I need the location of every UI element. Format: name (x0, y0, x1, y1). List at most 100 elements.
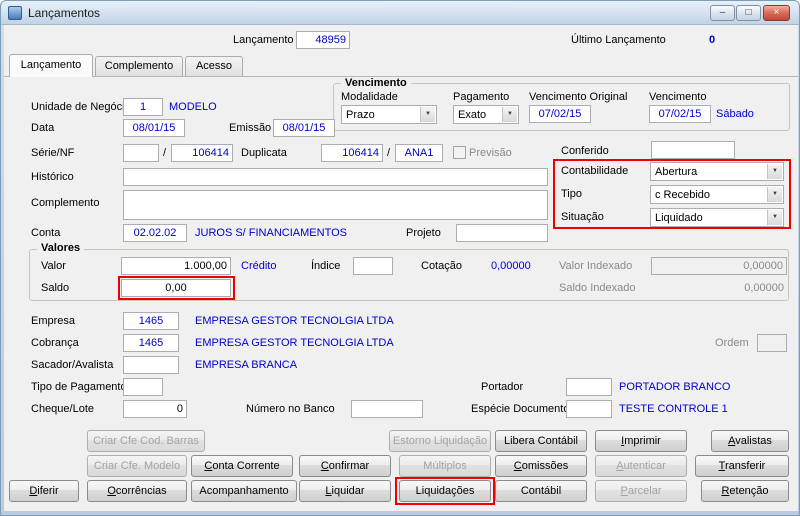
historico-label: Histórico (31, 171, 74, 183)
ordem-label: Ordem (715, 337, 749, 349)
liquidacoes-button[interactable]: Liquidações (399, 480, 491, 502)
criar-cfe-modelo-button: Criar Cfe. Modelo (87, 455, 187, 477)
button-label: Confirmar (320, 460, 370, 472)
empresa-input[interactable] (123, 312, 179, 330)
sacador-avalista-desc: EMPRESA BRANCA (195, 359, 298, 371)
button-label: Conta Corrente (204, 460, 280, 472)
conta-input[interactable] (123, 224, 187, 242)
saldo-label: Saldo (41, 282, 70, 294)
criar-cfe-cod-barras-button: Criar Cfe Cod. Barras (87, 430, 205, 452)
projeto-label: Projeto (406, 227, 441, 239)
emissao-input[interactable] (273, 119, 335, 137)
autenticar-button: Autenticar (595, 455, 687, 477)
contabilidade-combo[interactable]: Abertura ▼ (650, 162, 784, 181)
cobranca-input[interactable] (123, 334, 179, 352)
nf-numero-input[interactable] (171, 144, 233, 162)
tab-complemento[interactable]: Complemento (95, 56, 183, 77)
previsao-label: Previsão (469, 147, 512, 159)
chevron-down-icon[interactable]: ▼ (420, 107, 435, 122)
ultimo-lancamento-label: Último Lançamento (571, 34, 666, 46)
confirmar-button[interactable]: Confirmar (299, 455, 391, 477)
button-label: Criar Cfe. Modelo (93, 460, 181, 472)
transferir-button[interactable]: Transferir (695, 455, 789, 477)
chevron-down-icon[interactable]: ▼ (767, 210, 782, 225)
especie-documento-desc: TESTE CONTROLE 1 (619, 403, 728, 415)
cheque-lote-input[interactable] (123, 400, 187, 418)
projeto-input[interactable] (456, 224, 548, 242)
especie-documento-label: Espécie Documento (471, 403, 570, 415)
button-label: Estorno Liquidação (392, 435, 488, 447)
lancamentos-window: Lançamentos – □ × Lançamento Último Lanç… (0, 0, 800, 516)
portador-label: Portador (481, 381, 524, 393)
vencimento-original-input[interactable] (529, 105, 591, 123)
historico-input[interactable] (123, 168, 548, 186)
tab-acesso[interactable]: Acesso (185, 56, 243, 77)
emissao-label: Emissão (229, 122, 272, 134)
ordem-input (757, 334, 787, 352)
portador-desc: PORTADOR BRANCO (619, 381, 731, 393)
conferido-input[interactable] (651, 141, 735, 159)
window-title: Lançamentos (28, 6, 101, 20)
portador-input[interactable] (566, 378, 612, 396)
app-icon (8, 6, 22, 20)
minimize-button[interactable]: – (710, 5, 735, 21)
lancamento-number-input[interactable] (296, 31, 350, 49)
ocorrencias-button[interactable]: Ocorrências (87, 480, 187, 502)
complemento-textarea[interactable] (123, 190, 548, 220)
imprimir-button[interactable]: Imprimir (595, 430, 687, 452)
saldo-indexado-label: Saldo Indexado (559, 282, 636, 294)
contabilidade-label: Contabilidade (561, 165, 629, 177)
estorno-liquidacao-button: Estorno Liquidação (389, 430, 491, 452)
avalistas-button[interactable]: Avalistas (711, 430, 789, 452)
chevron-down-icon[interactable]: ▼ (767, 164, 782, 179)
conta-corrente-button[interactable]: Conta Corrente (191, 455, 293, 477)
comissoes-button[interactable]: Comissões (495, 455, 587, 477)
vencimento-input[interactable] (649, 105, 711, 123)
tab-lancamento[interactable]: Lançamento (9, 54, 93, 77)
serie-input[interactable] (123, 144, 159, 162)
retencao-button[interactable]: Retenção (701, 480, 789, 502)
contabil-button[interactable]: Contábil (495, 480, 587, 502)
pagamento-combo[interactable]: Exato ▼ (453, 105, 519, 124)
complemento-label: Complemento (31, 197, 100, 209)
duplicata-slash: / (387, 147, 391, 159)
sacador-avalista-input[interactable] (123, 356, 179, 374)
acompanhamento-button[interactable]: Acompanhamento (191, 480, 297, 502)
situacao-combo[interactable]: Liquidado ▼ (650, 208, 784, 227)
diferir-button[interactable]: Diferir (9, 480, 79, 502)
numero-banco-input[interactable] (351, 400, 423, 418)
sacador-avalista-label: Sacador/Avalista (31, 359, 114, 371)
button-label: Retenção (721, 485, 769, 497)
unidade-negocio-input[interactable] (123, 98, 163, 116)
duplicata-input[interactable] (321, 144, 383, 162)
titlebar[interactable]: Lançamentos – □ × (1, 1, 799, 25)
valores-group-title: Valores (37, 242, 85, 254)
close-button[interactable]: × (763, 5, 790, 21)
situacao-label: Situação (561, 211, 604, 223)
saldo-input[interactable] (121, 279, 231, 297)
empresa-label: Empresa (31, 315, 76, 327)
tipo-pagamento-input[interactable] (123, 378, 163, 396)
especie-documento-input[interactable] (566, 400, 612, 418)
cotacao-label: Cotação (421, 260, 462, 272)
unidade-negocio-desc: MODELO (169, 101, 217, 113)
valor-input[interactable] (121, 257, 231, 275)
data-label: Data (31, 122, 55, 134)
situacao-value: Liquidado (655, 212, 703, 224)
data-input[interactable] (123, 119, 185, 137)
duplicata-label: Duplicata (241, 147, 287, 159)
modalidade-value: Prazo (346, 109, 375, 121)
tipo-pagamento-label: Tipo de Pagamento (31, 381, 127, 393)
previsao-checkbox[interactable] (453, 146, 466, 159)
duplicata-seq-input[interactable] (395, 144, 443, 162)
valor-tipo-label: Crédito (241, 260, 277, 272)
indice-input[interactable] (353, 257, 393, 275)
modalidade-combo[interactable]: Prazo ▼ (341, 105, 437, 124)
parcelar-button: Parcelar (595, 480, 687, 502)
libera-contabil-button[interactable]: Libera Contábil (495, 430, 587, 452)
liquidar-button[interactable]: Liquidar (299, 480, 391, 502)
chevron-down-icon[interactable]: ▼ (767, 187, 782, 202)
chevron-down-icon[interactable]: ▼ (502, 107, 517, 122)
maximize-button[interactable]: □ (736, 5, 761, 21)
tipo-combo[interactable]: c Recebido ▼ (650, 185, 784, 204)
